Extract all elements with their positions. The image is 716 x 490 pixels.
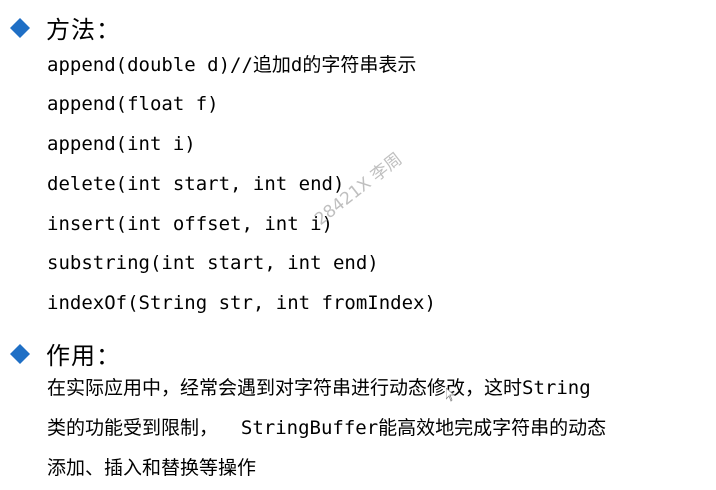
methods-heading-text: 方法： xyxy=(46,16,121,44)
method-line-insert: insert(int offset, int i) xyxy=(47,213,333,235)
diamond-bullet-icon xyxy=(10,17,30,38)
usage-paragraph-line-1: 在实际应用中，经常会遇到对字符串进行动态修改，这时String xyxy=(47,377,591,399)
usage-paragraph-line-3: 添加、插入和替换等操作 xyxy=(47,457,257,479)
usage-paragraph-line-2: 类的功能受到限制， StringBuffer能高效地完成字符串的动态 xyxy=(47,417,607,439)
method-line-append-float: append(float f) xyxy=(47,93,219,115)
method-line-indexof: indexOf(String str, int fromIndex) xyxy=(47,292,436,314)
method-line-append-double: append(double d)//追加d的字符串表示 xyxy=(47,54,417,76)
usage-heading: 作用： xyxy=(10,336,121,371)
method-line-delete: delete(int start, int end) xyxy=(47,173,345,195)
method-line-substring: substring(int start, int end) xyxy=(47,252,379,274)
usage-heading-text: 作用： xyxy=(46,342,121,370)
mouse-cursor-icon xyxy=(446,388,454,402)
diamond-bullet-icon xyxy=(10,343,30,364)
method-line-append-int: append(int i) xyxy=(47,133,196,155)
methods-heading: 方法： xyxy=(10,10,121,45)
